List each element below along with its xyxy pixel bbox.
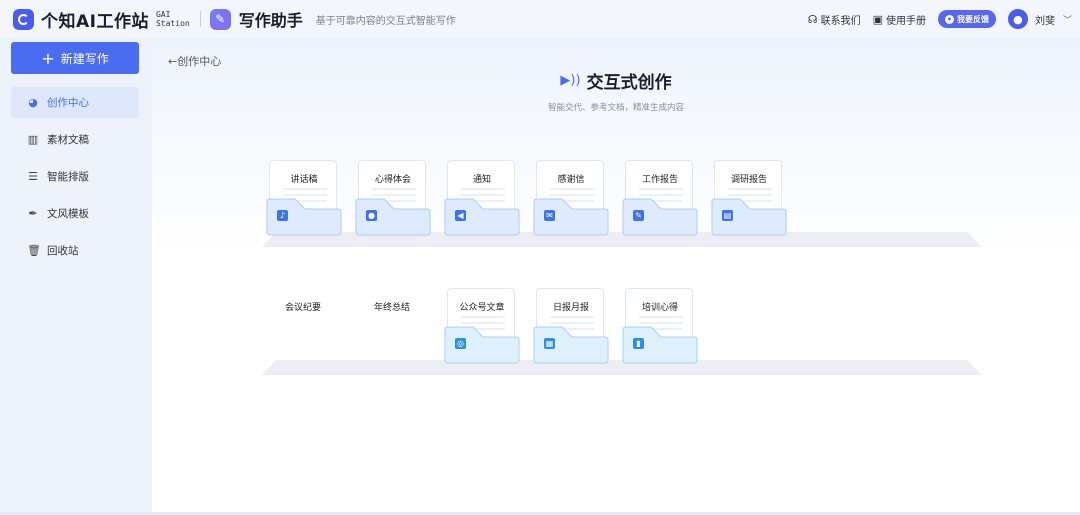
mail-icon: ✉ — [544, 210, 555, 221]
sidebar-item-layout[interactable]: ☰ 智能排版 — [11, 161, 139, 192]
card-daily-monthly-report[interactable]: 日报月报 ▦ — [532, 288, 610, 366]
sidebar-item-label: 回收站 — [47, 245, 79, 257]
card-training-notes[interactable]: 培训心得 ▮ — [621, 288, 699, 366]
brand-name: 个知AI工作站 — [41, 11, 149, 32]
header-actions: ☊ 联系我们 ▣ 使用手册 • 我要反馈 ● 刘斐 ﹀ — [796, 0, 1072, 38]
top-bar: 个知AI工作站 GAI Station ✎ 写作助手 基于可靠内容的交互式智能写… — [0, 0, 1080, 38]
page-subtitle: 智能交代、参考文档，精准生成内容 — [547, 103, 684, 113]
card-label: 工作报告 — [641, 175, 678, 185]
sidebar-item-trash[interactable]: 🗑 回收站 — [11, 235, 139, 266]
page-title: 交互式创作 — [586, 73, 672, 93]
app-description: 基于可靠内容的交互式智能写作 — [315, 15, 456, 27]
item-meeting-minutes[interactable]: 会议纪要 — [285, 300, 321, 313]
feedback-button[interactable]: • 我要反馈 — [937, 10, 996, 28]
brand[interactable]: 个知AI工作站 GAI Station — [13, 7, 190, 32]
card-work-report[interactable]: 工作报告 ✎ — [621, 160, 699, 238]
card-label: 通知 — [472, 175, 491, 185]
brand-subtitle: GAI Station — [156, 10, 190, 28]
person-icon: ● — [366, 210, 377, 221]
sound-icon: ▶)) — [560, 73, 581, 88]
sidebar-item-label: 创作中心 — [47, 97, 89, 109]
card-label: 日报月报 — [552, 303, 589, 313]
clipboard-icon: ▤ — [722, 210, 733, 221]
app-name: 写作助手 — [238, 11, 303, 30]
main-content: ←创作中心 ▶)) 交互式创作 智能交代、参考文档，精准生成内容 讲话稿 ♪ 心… — [152, 42, 1080, 512]
card-label: 感谢信 — [557, 175, 585, 185]
sidebar-item-label: 智能排版 — [47, 171, 89, 183]
manual-label: 使用手册 — [885, 15, 926, 27]
contact-link[interactable]: ☊ 联系我们 — [808, 12, 861, 27]
layout-icon: ☰ — [28, 170, 38, 183]
headset-icon: ☊ — [807, 12, 818, 26]
new-writing-button[interactable]: + 新建写作 — [11, 42, 139, 74]
contact-label: 联系我们 — [820, 15, 861, 27]
sidebar-item-materials[interactable]: ▥ 素材文稿 — [11, 124, 139, 155]
card-label: 调研报告 — [730, 175, 767, 185]
card-notice[interactable]: 通知 ◀ — [443, 160, 521, 238]
pen-icon: ✒ — [28, 207, 38, 220]
card-experience[interactable]: 心得体会 ● — [354, 160, 432, 238]
back-link[interactable]: ←创作中心 — [168, 53, 221, 69]
mic-icon: ♪ — [277, 210, 288, 221]
card-label: 讲话稿 — [290, 175, 318, 185]
avatar[interactable]: ● — [1007, 9, 1028, 29]
megaphone-icon: ◀ — [455, 210, 466, 221]
sidebar-item-label: 素材文稿 — [47, 134, 89, 146]
trash-icon: 🗑 — [27, 244, 41, 257]
report-icon: ✎ — [633, 210, 644, 221]
card-label: 公众号文章 — [459, 303, 505, 313]
sidebar-item-label: 文风模板 — [47, 208, 89, 220]
chevron-down-icon[interactable]: ﹀ — [1063, 13, 1072, 26]
card-wechat-article[interactable]: 公众号文章 ◎ — [443, 288, 521, 366]
manual-icon: ▣ — [872, 12, 883, 26]
card-label: 心得体会 — [374, 175, 411, 185]
sidebar-item-style-templates[interactable]: ✒ 文风模板 — [11, 198, 139, 229]
pie-icon: ◕ — [28, 96, 38, 109]
calendar-icon: ▦ — [544, 338, 555, 349]
header-divider — [199, 11, 201, 27]
chat-icon: • — [944, 14, 954, 24]
card-research-report[interactable]: 调研报告 ▤ — [710, 160, 788, 238]
plus-icon: + — [41, 48, 55, 68]
card-speech[interactable]: 讲话稿 ♪ — [265, 160, 343, 238]
wechat-icon: ◎ — [455, 338, 466, 349]
new-writing-label: 新建写作 — [60, 51, 109, 66]
card-label: 培训心得 — [641, 303, 678, 313]
page-heading: ▶)) 交互式创作 — [152, 68, 1080, 93]
brand-sub-line1: GAI — [155, 10, 171, 19]
manual-link[interactable]: ▣ 使用手册 — [873, 12, 926, 27]
books-icon: ▥ — [27, 133, 39, 146]
writing-assistant-icon: ✎ — [209, 8, 231, 30]
feedback-label: 我要反馈 — [956, 14, 989, 24]
item-annual-summary[interactable]: 年终总结 — [374, 300, 410, 313]
sidebar: + 新建写作 ◕ 创作中心 ▥ 素材文稿 ☰ 智能排版 ✒ 文风模板 🗑 回收站 — [0, 38, 152, 515]
sidebar-item-creation-center[interactable]: ◕ 创作中心 — [11, 87, 139, 118]
brand-sub-line2: Station — [155, 19, 190, 28]
book-icon: ▮ — [633, 338, 644, 349]
card-thank-you-letter[interactable]: 感谢信 ✉ — [532, 160, 610, 238]
username[interactable]: 刘斐 — [1035, 12, 1055, 27]
logo-icon — [13, 8, 34, 30]
